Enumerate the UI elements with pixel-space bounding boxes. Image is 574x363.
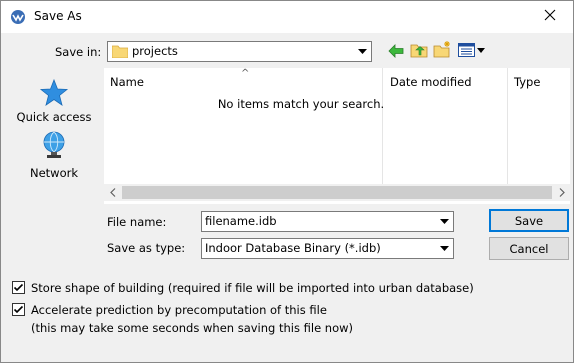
cancel-button-label: Cancel <box>509 241 549 256</box>
column-type[interactable]: Type <box>514 75 540 89</box>
close-button[interactable] <box>527 1 573 32</box>
column-name[interactable]: Name <box>110 75 144 89</box>
chevron-down-icon[interactable] <box>355 44 369 59</box>
scroll-right-icon[interactable] <box>553 185 570 200</box>
save-as-type-dropdown[interactable]: Indoor Database Binary (*.idb) <box>201 238 454 259</box>
store-shape-label: Store shape of building (required if fil… <box>31 281 474 295</box>
checkmark-icon <box>13 283 24 292</box>
scroll-thumb[interactable] <box>122 186 552 199</box>
quick-access-label: Quick access <box>16 110 92 124</box>
save-as-type-label: Save as type: <box>107 241 186 255</box>
place-network[interactable]: Network <box>11 130 97 180</box>
save-in-value: projects <box>132 44 178 58</box>
chevron-down-icon[interactable] <box>437 214 451 229</box>
precomputation-note: (this may take some seconds when saving … <box>31 321 354 335</box>
column-date-modified[interactable]: Date modified <box>390 75 472 89</box>
save-in-label: Save in: <box>55 45 102 59</box>
folder-icon <box>111 45 129 59</box>
sort-caret-icon: ^ <box>241 68 250 79</box>
app-icon <box>10 9 26 25</box>
network-globe-icon <box>11 130 97 160</box>
dialog-title: Save As <box>34 9 82 23</box>
horizontal-scrollbar[interactable] <box>104 184 570 201</box>
column-divider[interactable] <box>382 68 383 184</box>
up-folder-icon[interactable] <box>410 42 428 61</box>
chevron-down-icon[interactable] <box>437 241 451 256</box>
view-menu-icon[interactable] <box>458 43 486 60</box>
file-name-input[interactable]: filename.idb <box>205 214 277 228</box>
save-as-dialog: Save As Save in: projects Quick access N… <box>0 0 574 363</box>
checkmark-icon <box>13 305 24 314</box>
back-arrow-icon[interactable] <box>388 44 404 61</box>
accelerate-prediction-checkbox[interactable] <box>12 303 25 316</box>
title-bar: Save As <box>1 1 573 33</box>
store-shape-checkbox[interactable] <box>12 281 25 294</box>
empty-message: No items match your search. <box>217 97 385 111</box>
cancel-button[interactable]: Cancel <box>489 237 569 260</box>
network-label: Network <box>29 166 79 180</box>
save-as-type-value: Indoor Database Binary (*.idb) <box>205 241 381 255</box>
accelerate-prediction-label: Accelerate prediction by precomputation … <box>31 303 327 317</box>
close-icon <box>544 9 556 24</box>
scroll-left-icon[interactable] <box>104 185 121 200</box>
column-divider[interactable] <box>507 68 508 184</box>
save-in-dropdown[interactable]: projects <box>107 41 372 62</box>
save-button-label: Save <box>514 213 544 228</box>
new-folder-icon[interactable] <box>433 41 452 61</box>
file-name-combo[interactable]: filename.idb <box>201 211 454 232</box>
save-button[interactable]: Save <box>489 209 569 232</box>
file-name-label: File name: <box>107 215 167 229</box>
